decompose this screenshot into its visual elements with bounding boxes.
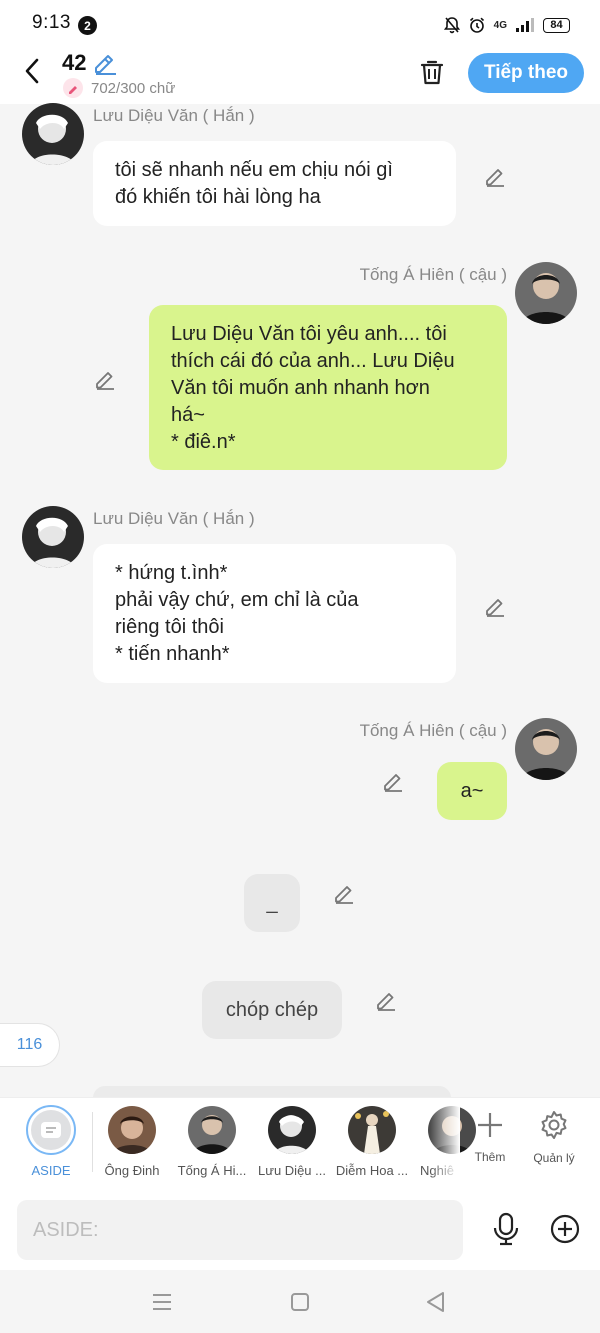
- character-label: Ông Đinh: [104, 1163, 160, 1178]
- status-time: 9:13: [32, 12, 71, 33]
- avatar[interactable]: [22, 103, 84, 165]
- message-bubble[interactable]: * hứng t.ình* phải vậy chứ, em chỉ là củ…: [93, 544, 456, 683]
- edit-message-button[interactable]: [482, 163, 508, 189]
- speaker-name: Tống Á Hiên ( cậu ): [359, 721, 507, 740]
- avatar-tong-a-hien: [515, 262, 577, 324]
- avatar-luu-dieu-van: [268, 1106, 316, 1154]
- message-bubble[interactable]: tôi sẽ nhanh nếu em chịu nói gì đó khiến…: [93, 141, 456, 226]
- pencil-icon: [335, 886, 353, 904]
- pencil-icon: [95, 55, 116, 75]
- menu-icon: [153, 1294, 171, 1310]
- speaker-name: Tống Á Hiên ( cậu ): [359, 265, 507, 284]
- delete-button[interactable]: [417, 57, 447, 87]
- trash-icon: [420, 60, 444, 85]
- word-count-icon: [63, 78, 83, 98]
- recent-apps-button[interactable]: [149, 1290, 175, 1314]
- gear-icon: [541, 1111, 567, 1139]
- character-tong-a-hien[interactable]: [188, 1106, 236, 1154]
- next-button[interactable]: Tiếp theo: [468, 53, 584, 93]
- avatar[interactable]: [515, 262, 577, 324]
- pencil-icon: [96, 372, 114, 390]
- back-triangle-icon: [427, 1292, 444, 1312]
- avatar-diem-hoa: [348, 1106, 396, 1154]
- avatar-tong-a-hien: [515, 718, 577, 780]
- status-icons: 4G 84: [443, 14, 570, 36]
- microphone-icon: [493, 1212, 519, 1246]
- back-arrow-icon: [25, 58, 39, 84]
- alarm-icon: [469, 17, 484, 33]
- avatar-tong-a-hien: [188, 1106, 236, 1154]
- edit-message-button[interactable]: [482, 593, 508, 619]
- message-bubble[interactable]: Lưu Diệu Văn tôi yêu anh.... tôi thích c…: [149, 305, 507, 470]
- plus-circle-icon: [550, 1214, 580, 1244]
- voice-button[interactable]: [491, 1212, 521, 1246]
- home-button[interactable]: [287, 1290, 313, 1314]
- edit-title-button[interactable]: [92, 50, 118, 76]
- message-input[interactable]: [17, 1200, 463, 1260]
- avatar[interactable]: [515, 718, 577, 780]
- avatar-luu-dieu-van: [22, 103, 84, 165]
- character-ong-dinh[interactable]: [108, 1106, 156, 1154]
- battery-indicator: 84: [543, 17, 570, 33]
- character-label: Tống Á Hi...: [177, 1163, 247, 1178]
- message-bubble[interactable]: a~: [437, 762, 507, 820]
- word-count: 702/300 chữ: [91, 80, 176, 97]
- pencil-icon: [486, 599, 504, 617]
- edit-message-button[interactable]: [331, 880, 357, 906]
- character-diem-hoa[interactable]: [348, 1106, 396, 1154]
- plus-icon: [478, 1113, 502, 1137]
- aside-bubble[interactable]: _: [244, 874, 300, 932]
- character-label: Lưu Diệu ...: [258, 1163, 326, 1178]
- avatar-ong-dinh: [108, 1106, 156, 1154]
- manage-button[interactable]: Quản lý: [528, 1106, 580, 1178]
- speaker-name: Lưu Diệu Văn ( Hắn ): [93, 509, 255, 528]
- message-count-pill[interactable]: 116: [0, 1023, 60, 1067]
- speaker-name: Lưu Diệu Văn ( Hắn ): [93, 106, 255, 125]
- avatar[interactable]: [22, 506, 84, 568]
- pencil-icon: [486, 169, 504, 187]
- avatar-luu-dieu-van: [22, 506, 84, 568]
- notification-badge: 2: [78, 16, 97, 35]
- divider: [92, 1112, 93, 1172]
- character-label: ASIDE: [31, 1163, 71, 1178]
- pencil-icon: [377, 993, 395, 1011]
- aside-bubble[interactable]: chóp chép: [202, 981, 342, 1039]
- edit-message-button[interactable]: [92, 366, 118, 392]
- pencil-icon: [384, 774, 402, 792]
- edit-message-button[interactable]: [373, 987, 399, 1013]
- pen-icon: [69, 86, 77, 94]
- network-label: 4G: [493, 19, 507, 31]
- scroll-fade: [430, 1098, 460, 1188]
- character-aside[interactable]: [26, 1105, 76, 1155]
- manage-label: Quản lý: [533, 1151, 575, 1165]
- add-attachment-button[interactable]: [550, 1214, 580, 1244]
- back-nav-button[interactable]: [423, 1290, 449, 1314]
- home-icon: [291, 1293, 309, 1311]
- bell-off-icon: [443, 17, 460, 34]
- character-label: Diễm Hoa ...: [335, 1163, 409, 1178]
- edit-message-button[interactable]: [380, 768, 406, 794]
- signal-icon: [516, 18, 534, 32]
- back-button[interactable]: [18, 57, 46, 85]
- character-luu-dieu-van[interactable]: [268, 1106, 316, 1154]
- add-character-button[interactable]: Thêm: [465, 1106, 515, 1178]
- aside-avatar: [31, 1110, 71, 1150]
- message-icon: [41, 1122, 61, 1138]
- add-label: Thêm: [474, 1150, 506, 1164]
- chapter-number: 42: [62, 50, 87, 75]
